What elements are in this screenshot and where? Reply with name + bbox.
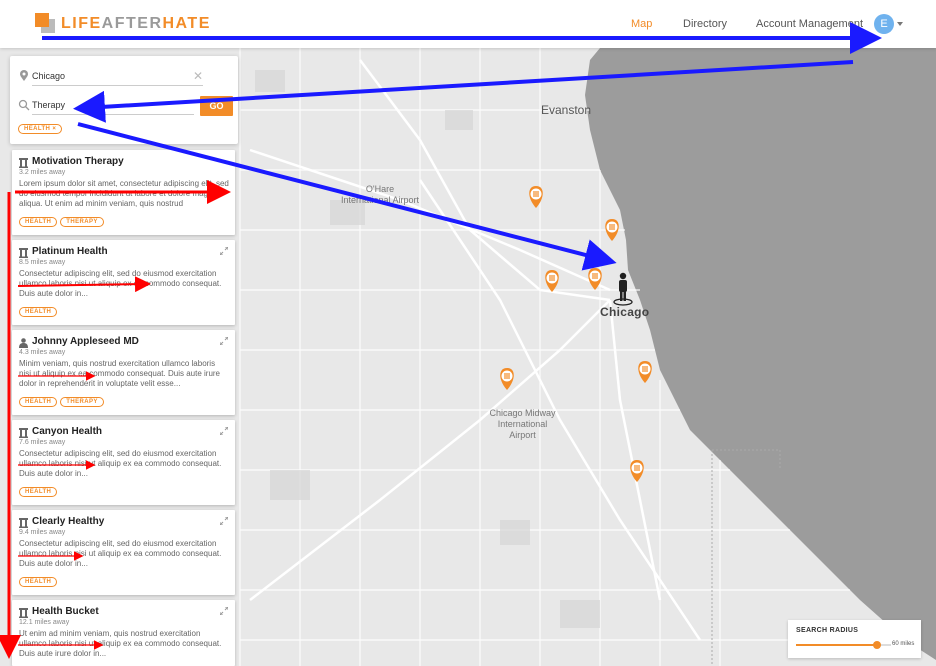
expand-icon[interactable] <box>220 247 228 255</box>
location-input[interactable]: Chicago <box>32 71 65 81</box>
query-field[interactable]: Therapy <box>18 97 198 115</box>
map-label-midway: Chicago Midway International Airport <box>489 408 556 440</box>
result-title[interactable]: Health Bucket <box>32 606 99 617</box>
search-radius-label: SEARCH RADIUS <box>796 627 859 634</box>
radius-value: 60 miles <box>892 641 915 647</box>
location-field[interactable]: Chicago ✕ <box>18 68 203 86</box>
result-description: Consectetur adipiscing elit, sed do eius… <box>19 539 222 568</box>
tag-chip: THERAPY <box>60 397 104 407</box>
search-input[interactable]: Therapy <box>32 100 65 110</box>
expand-icon[interactable] <box>220 517 228 525</box>
logo-mark-icon <box>35 13 57 35</box>
nav-account-management[interactable]: Account Management <box>756 18 863 30</box>
result-card[interactable]: Johnny Appleseed MD 4.3 miles away Minim… <box>12 330 235 415</box>
search-panel: Chicago ✕ Therapy GO HEALTH × <box>10 56 238 144</box>
go-button[interactable]: GO <box>200 96 233 116</box>
radius-slider-fill <box>796 644 877 646</box>
location-pin-icon <box>20 70 28 81</box>
expand-icon[interactable] <box>220 337 228 345</box>
nav-directory[interactable]: Directory <box>683 18 727 30</box>
tag-chip: HEALTH <box>19 397 58 407</box>
tag-chip: HEALTH <box>19 217 58 227</box>
result-card[interactable]: Clearly Healthy 9.4 miles away Consectet… <box>12 510 235 595</box>
tag-chip: THERAPY <box>60 217 104 227</box>
nav-map[interactable]: Map <box>631 18 652 30</box>
map-label-ohare: O'Hare International Airport <box>340 184 420 205</box>
map-label-city: Chicago <box>600 305 650 319</box>
building-icon <box>19 518 28 528</box>
tag-chip: HEALTH <box>19 307 58 317</box>
filter-chip-health[interactable]: HEALTH × <box>18 124 63 134</box>
building-icon <box>19 428 28 438</box>
chevron-down-icon[interactable] <box>897 22 903 26</box>
map-label-evanston: Evanston <box>541 103 592 117</box>
result-card[interactable]: Health Bucket 12.1 miles away Ut enim ad… <box>12 600 235 666</box>
search-radius-panel: SEARCH RADIUS 60 miles <box>788 620 921 658</box>
result-description: Minim veniam, quis nostrud exercitation … <box>19 359 220 388</box>
result-description: Ut enim ad minim veniam, quis nostrud ex… <box>19 629 222 658</box>
clear-location-icon[interactable]: ✕ <box>193 69 203 83</box>
building-icon <box>19 248 28 258</box>
person-icon <box>19 338 28 348</box>
result-distance: 12.1 miles away <box>19 619 70 626</box>
result-title[interactable]: Johnny Appleseed MD <box>32 336 139 347</box>
result-card[interactable]: Platinum Health 8.5 miles away Consectet… <box>12 240 235 325</box>
result-card[interactable]: Canyon Health 7.6 miles away Consectetur… <box>12 420 235 505</box>
building-icon <box>19 608 28 618</box>
search-icon <box>18 99 30 111</box>
result-distance: 8.5 miles away <box>19 259 66 266</box>
radius-slider-handle[interactable] <box>872 641 881 649</box>
tag-chip: HEALTH <box>19 487 58 497</box>
logo-text: LIFEAFTERHATE <box>61 15 211 32</box>
top-nav-bar: LIFEAFTERHATE Map Directory Account Mana… <box>0 0 936 48</box>
result-distance: 9.4 miles away <box>19 529 66 536</box>
radius-slider[interactable] <box>796 641 891 649</box>
result-title[interactable]: Platinum Health <box>32 246 108 257</box>
logo[interactable]: LIFEAFTERHATE <box>35 13 211 35</box>
result-card[interactable]: Motivation Therapy 3.2 miles away Lorem … <box>12 150 235 235</box>
result-description: Lorem ipsum dolor sit amet, consectetur … <box>19 179 229 208</box>
building-icon <box>19 158 28 168</box>
avatar[interactable]: E <box>874 14 894 34</box>
result-distance: 7.6 miles away <box>19 439 66 446</box>
expand-icon[interactable] <box>220 607 228 615</box>
result-title[interactable]: Motivation Therapy <box>32 156 124 167</box>
result-distance: 4.3 miles away <box>19 349 66 356</box>
app-root: Evanston O'Hare International Airport Ch… <box>0 0 936 666</box>
result-description: Consectetur adipiscing elit, sed do eius… <box>19 449 222 478</box>
result-description: Consectetur adipiscing elit, sed do eius… <box>19 269 222 298</box>
tag-chip: HEALTH <box>19 577 58 587</box>
expand-icon[interactable] <box>220 427 228 435</box>
result-title[interactable]: Clearly Healthy <box>32 516 104 527</box>
result-title[interactable]: Canyon Health <box>32 426 102 437</box>
result-distance: 3.2 miles away <box>19 169 66 176</box>
